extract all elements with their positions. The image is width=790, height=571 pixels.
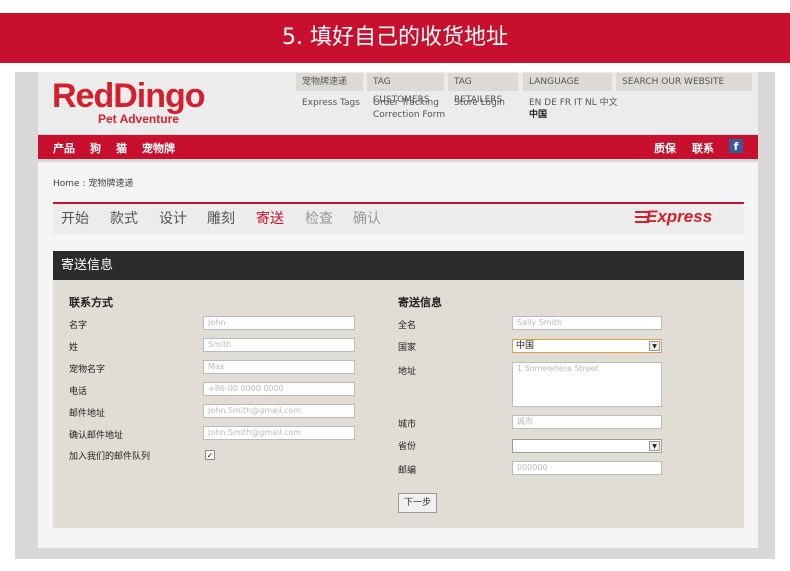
mailing-list-label: 加入我们的邮件队列	[69, 452, 151, 462]
full-name-input[interactable]: Sally Smith	[512, 316, 662, 330]
step-engrave[interactable]: 雕刻	[207, 208, 235, 228]
city-label: 城市	[398, 420, 417, 430]
chevron-down-icon: ▼	[649, 341, 660, 351]
site-header: RedDingo Pet Adventure 宠物牌速递 Express Tag…	[38, 72, 758, 134]
search-input[interactable]: SEARCH OUR WEBSITE	[616, 73, 752, 91]
postcode-label: 邮编	[398, 466, 417, 476]
logo-text: RedDingo	[52, 77, 206, 115]
banner: 5. 填好自己的收货地址	[0, 13, 790, 63]
nav-language[interactable]: LANGUAGE	[523, 73, 612, 91]
postcode-input[interactable]: 000000	[512, 461, 662, 475]
nav-tag-retailers[interactable]: TAG RETAILERS	[448, 73, 518, 105]
email-confirm-input[interactable]: John.Smith@gmail.com	[203, 426, 355, 440]
nav-order-tracking-link[interactable]: Order Tracking	[373, 97, 439, 109]
country-label: 国家	[398, 343, 417, 353]
nav-contact[interactable]: 联系	[692, 140, 714, 156]
phone-input[interactable]: +86-00 0000 0000	[203, 382, 355, 396]
pet-name-input[interactable]: Max	[203, 360, 355, 374]
last-name-input[interactable]: Smith	[203, 338, 355, 352]
nav-correction-form-link[interactable]: Correction Form	[373, 109, 445, 121]
nav-tag-customers[interactable]: TAG CUSTOMERS	[367, 73, 444, 105]
facebook-icon[interactable]: f	[729, 139, 743, 153]
breadcrumb[interactable]: Home : 宠物牌速递	[53, 176, 133, 189]
step-shipping[interactable]: 寄送	[256, 208, 284, 228]
address-label: 地址	[398, 367, 417, 377]
shipping-heading: 寄送信息	[398, 296, 442, 309]
province-label: 省份	[398, 442, 417, 452]
full-name-label: 全名	[398, 321, 417, 331]
logo-tagline: Pet Adventure	[98, 112, 179, 126]
first-name-input[interactable]: John	[203, 316, 355, 330]
phone-label: 电话	[69, 387, 88, 397]
address-textarea[interactable]: 1 Somewhere Street	[512, 362, 662, 407]
nav-express-tags[interactable]: 宠物牌速递	[296, 73, 363, 91]
pet-name-label: 宠物名字	[69, 365, 106, 375]
step-start[interactable]: 开始	[61, 208, 89, 228]
panel-title: 寄送信息	[53, 251, 744, 280]
country-select[interactable]: 中国 ▼	[512, 339, 662, 353]
main-content: Home : 宠物牌速递 开始 款式 设计 雕刻 寄送 检查 确认 Expres…	[38, 162, 758, 548]
first-name-label: 名字	[69, 321, 88, 331]
nav-cat[interactable]: 猫	[116, 140, 127, 156]
email-input[interactable]: John.Smith@gmail.com	[203, 404, 355, 418]
mailing-list-checkbox[interactable]: ✓	[205, 450, 215, 460]
province-select[interactable]: ▼	[512, 439, 662, 453]
nav-dog[interactable]: 狗	[90, 140, 101, 156]
step-style[interactable]: 款式	[110, 208, 138, 228]
logo[interactable]: RedDingo Pet Adventure	[52, 76, 206, 126]
nav-warranty[interactable]: 质保	[654, 140, 676, 156]
chevron-down-icon: ▼	[649, 441, 660, 451]
contact-heading: 联系方式	[69, 296, 113, 309]
country-value: 中国	[516, 341, 535, 351]
nav-pet-tags[interactable]: 宠物牌	[142, 140, 175, 156]
nav-express-tags-link[interactable]: Express Tags	[302, 97, 360, 109]
email-confirm-label: 确认邮件地址	[69, 431, 124, 441]
next-button[interactable]: 下一步	[398, 493, 437, 513]
language-current: 中国	[529, 110, 548, 120]
main-nav: 产品 狗 猫 宠物牌 质保 联系 f	[38, 135, 758, 159]
city-input[interactable]: 城市	[512, 415, 662, 429]
step-review: 检查	[305, 211, 333, 227]
language-options[interactable]: EN DE FR IT NL 中文	[529, 97, 618, 109]
shipping-panel: 寄送信息 联系方式 名字 John 姓 Smith 宠物名字 Max 电话 +8…	[53, 251, 744, 528]
last-name-label: 姓	[69, 343, 79, 353]
step-progress: 开始 款式 设计 雕刻 寄送 检查 确认 Express	[53, 204, 744, 234]
step-design[interactable]: 设计	[159, 208, 187, 228]
email-label: 邮件地址	[69, 409, 106, 419]
step-confirm: 确认	[353, 211, 381, 227]
nav-store-login-link[interactable]: Store Login	[454, 97, 505, 109]
nav-products[interactable]: 产品	[53, 140, 75, 156]
express-logo: Express	[646, 207, 713, 226]
